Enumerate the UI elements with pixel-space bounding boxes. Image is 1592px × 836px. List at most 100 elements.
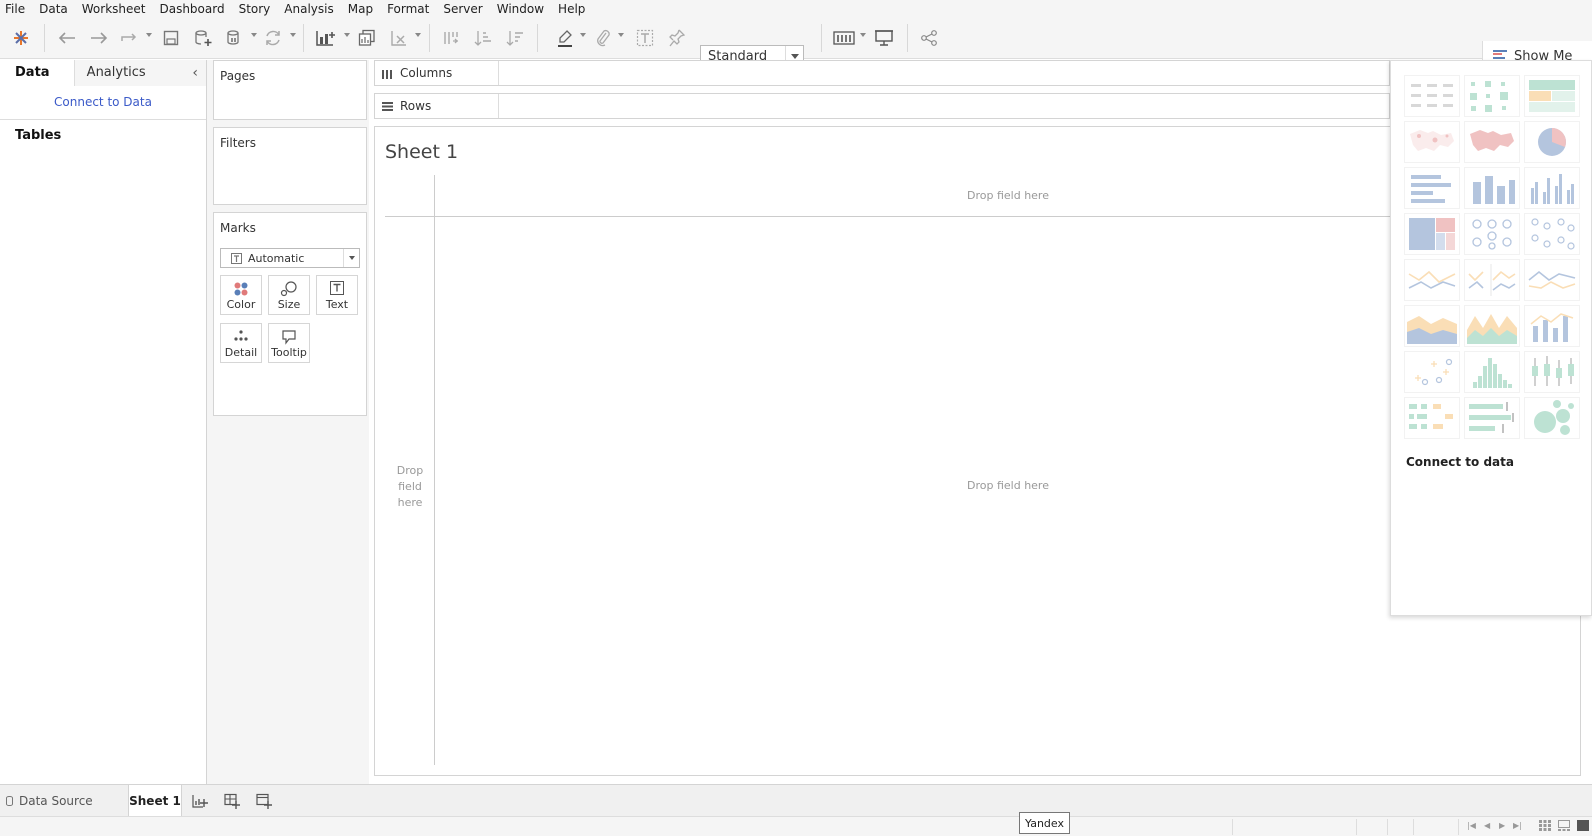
pages-card[interactable]: Pages	[213, 60, 367, 120]
dual-lines-thumb[interactable]	[1524, 259, 1580, 301]
gantt-chart-thumb[interactable]	[1404, 397, 1460, 439]
area-continuous-icon	[1407, 316, 1457, 344]
show-cards-dropdown-caret[interactable]	[860, 33, 866, 37]
clear-dropdown-caret[interactable]	[415, 33, 421, 37]
sheet-sorter-icon[interactable]	[1539, 820, 1551, 834]
scatter-plot-icon	[1415, 358, 1453, 386]
show-cards-icon[interactable]	[832, 27, 856, 49]
bullet-graph-thumb[interactable]	[1464, 397, 1520, 439]
symbol-map-thumb[interactable]	[1404, 121, 1460, 163]
horizontal-bars-thumb[interactable]	[1404, 167, 1460, 209]
color-button[interactable]: Color	[220, 275, 262, 315]
mark-type-select[interactable]: Automatic	[220, 248, 360, 268]
discrete-lines-thumb[interactable]	[1464, 259, 1520, 301]
menu-story[interactable]: Story	[239, 0, 271, 18]
save-icon[interactable]	[160, 27, 182, 49]
box-whisker-icon	[1532, 356, 1574, 386]
circle-views-icon	[1472, 219, 1512, 250]
pie-chart-thumb[interactable]	[1524, 121, 1580, 163]
box-whisker-thumb[interactable]	[1524, 351, 1580, 393]
sheet-1-tab[interactable]: Sheet 1	[128, 785, 182, 816]
highlight-icon[interactable]	[554, 27, 576, 49]
packed-bubbles-thumb[interactable]	[1524, 397, 1580, 439]
presentation-mode-icon[interactable]	[873, 27, 895, 49]
collapse-pane-icon[interactable]: ‹	[192, 60, 198, 86]
heat-map-thumb[interactable]	[1464, 75, 1520, 117]
side-by-side-bars-thumb[interactable]	[1524, 167, 1580, 209]
area-discrete-thumb[interactable]	[1464, 305, 1520, 347]
rows-shelf[interactable]: Rows	[374, 93, 1390, 119]
menu-help[interactable]: Help	[558, 0, 585, 18]
sort-ascending-icon[interactable]	[472, 27, 494, 49]
continuous-lines-thumb[interactable]	[1404, 259, 1460, 301]
menu-file[interactable]: File	[5, 0, 25, 18]
swap-rows-columns-icon[interactable]	[440, 27, 462, 49]
share-icon[interactable]	[918, 27, 940, 49]
dual-combination-thumb[interactable]	[1524, 305, 1580, 347]
new-worksheet-icon[interactable]	[314, 27, 338, 49]
swap-dropdown-caret[interactable]	[146, 33, 152, 37]
circle-views-thumb[interactable]	[1464, 213, 1520, 255]
tabs-view-icon[interactable]	[1577, 820, 1589, 834]
next-sheet-icon[interactable]: ▶	[1499, 821, 1505, 830]
tab-data[interactable]: Data	[0, 60, 75, 86]
tableau-logo-icon[interactable]	[10, 27, 32, 49]
group-members-icon[interactable]	[592, 27, 614, 49]
highlight-dropdown-caret[interactable]	[580, 33, 586, 37]
menu-worksheet[interactable]: Worksheet	[82, 0, 146, 18]
new-dashboard-tab-icon[interactable]	[222, 793, 242, 809]
first-sheet-icon[interactable]: |◀	[1467, 821, 1476, 830]
histogram-thumb[interactable]	[1464, 351, 1520, 393]
highlight-table-thumb[interactable]	[1524, 75, 1580, 117]
sheet-title[interactable]: Sheet 1	[385, 141, 458, 163]
row-drop-zone[interactable]: Drop field here	[385, 175, 435, 765]
filled-map-thumb[interactable]	[1464, 121, 1520, 163]
tooltip-button[interactable]: Tooltip	[268, 323, 310, 363]
new-data-source-icon[interactable]	[192, 27, 214, 49]
filmstrip-icon[interactable]	[1558, 820, 1570, 834]
area-continuous-thumb[interactable]	[1404, 305, 1460, 347]
data-source-tab[interactable]: Data Source	[6, 785, 93, 816]
size-button[interactable]: Size	[268, 275, 310, 315]
tab-analytics[interactable]: Analytics ‹	[74, 60, 206, 86]
group-dropdown-caret[interactable]	[618, 33, 624, 37]
last-sheet-icon[interactable]: ▶|	[1513, 821, 1522, 830]
menu-map[interactable]: Map	[348, 0, 373, 18]
columns-shelf[interactable]: Columns	[374, 60, 1390, 86]
connect-to-data-link[interactable]: Connect to Data	[0, 86, 206, 120]
previous-sheet-icon[interactable]: ◀	[1484, 821, 1490, 830]
side-by-side-circles-thumb[interactable]	[1524, 213, 1580, 255]
new-worksheet-tab-icon[interactable]	[190, 793, 210, 809]
menu-analysis[interactable]: Analysis	[284, 0, 333, 18]
fix-axes-icon[interactable]	[666, 27, 688, 49]
clear-sheet-icon[interactable]	[388, 27, 410, 49]
show-mark-labels-icon[interactable]	[634, 27, 656, 49]
redo-icon[interactable]	[88, 27, 110, 49]
scatter-plot-thumb[interactable]	[1404, 351, 1460, 393]
menu-format[interactable]: Format	[387, 0, 429, 18]
pause-updates-icon[interactable]	[224, 27, 246, 49]
chevron-down-icon[interactable]	[343, 249, 359, 267]
data-dropdown-caret[interactable]	[251, 33, 257, 37]
cards-column: Pages Filters Marks Automatic Color Size…	[207, 60, 369, 784]
menu-data[interactable]: Data	[39, 0, 68, 18]
swap-forward-icon[interactable]	[118, 27, 140, 49]
refresh-icon[interactable]	[262, 27, 284, 49]
row-drop-line: here	[397, 496, 423, 509]
new-story-tab-icon[interactable]	[254, 793, 274, 809]
detail-button[interactable]: Detail	[220, 323, 262, 363]
treemap-thumb[interactable]	[1404, 213, 1460, 255]
text-button[interactable]: Text	[316, 275, 358, 315]
stacked-bars-thumb[interactable]	[1464, 167, 1520, 209]
text-table-thumb[interactable]	[1404, 75, 1460, 117]
menu-window[interactable]: Window	[497, 0, 544, 18]
duplicate-sheet-icon[interactable]	[356, 27, 378, 49]
taskbar-tooltip: Yandex	[1019, 812, 1070, 834]
menu-server[interactable]: Server	[443, 0, 482, 18]
new-worksheet-dropdown-caret[interactable]	[344, 33, 350, 37]
menu-dashboard[interactable]: Dashboard	[159, 0, 224, 18]
filters-card[interactable]: Filters	[213, 127, 367, 205]
refresh-dropdown-caret[interactable]	[290, 33, 296, 37]
sort-descending-icon[interactable]	[504, 27, 526, 49]
undo-icon[interactable]	[56, 27, 78, 49]
